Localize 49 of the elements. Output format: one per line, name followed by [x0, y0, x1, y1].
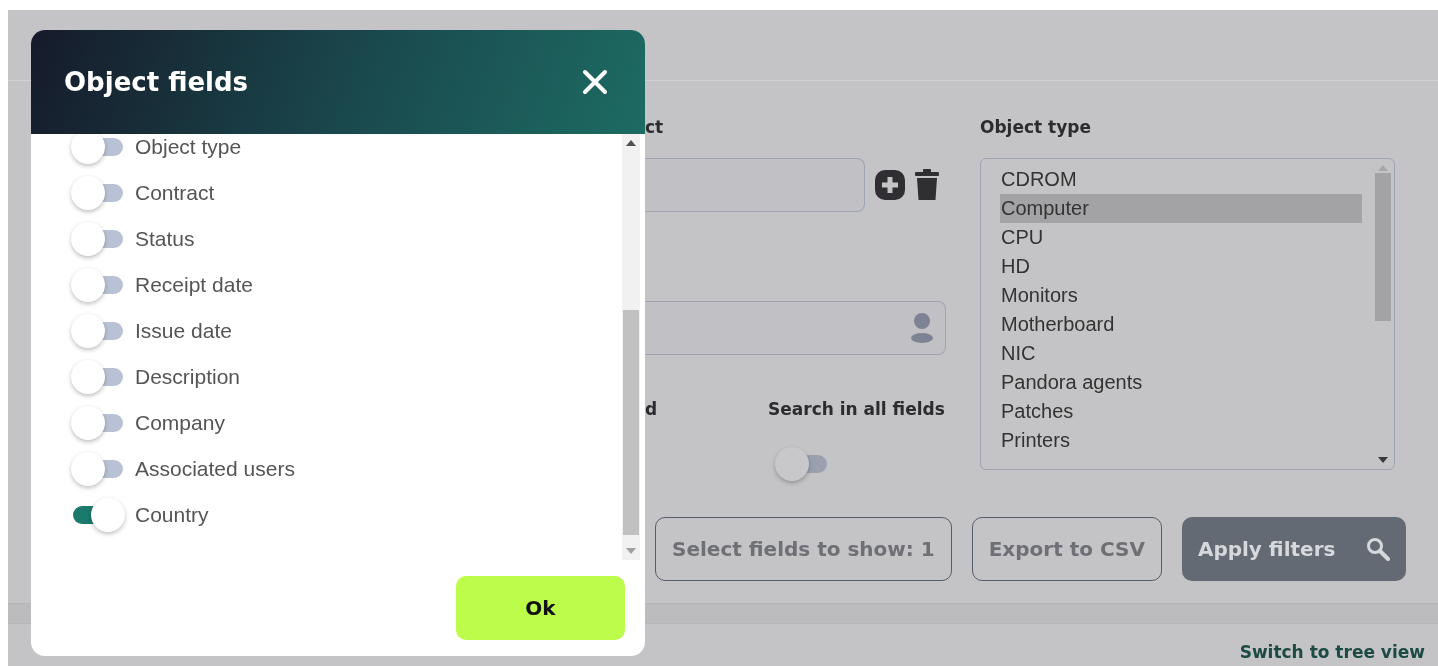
dialog-title: Object fields: [64, 67, 249, 97]
apply-filters-button[interactable]: Apply filters: [1181, 517, 1406, 581]
field-name: Receipt date: [135, 273, 253, 297]
list-option[interactable]: Monitors: [1000, 281, 1362, 310]
list-option[interactable]: CPU: [1000, 223, 1362, 252]
list-option[interactable]: HD: [1000, 252, 1362, 281]
list-option[interactable]: Printers: [1000, 426, 1362, 455]
close-button[interactable]: [582, 69, 608, 95]
field-name: Issue date: [135, 319, 232, 343]
field-toggle[interactable]: [71, 359, 123, 395]
field-toggle[interactable]: [71, 405, 123, 441]
field-toggle[interactable]: [71, 497, 123, 533]
field-name: Object type: [135, 135, 242, 159]
search-icon: [1365, 537, 1390, 561]
list-option[interactable]: CDROM: [1000, 165, 1362, 194]
field-toggle[interactable]: [71, 313, 123, 349]
ok-button[interactable]: Ok: [456, 576, 625, 640]
field-name: Country: [135, 503, 209, 527]
list-option[interactable]: Patches: [1000, 397, 1362, 426]
list-option[interactable]: NIC: [1000, 339, 1362, 368]
object-field[interactable]: [645, 158, 865, 212]
list-option[interactable]: Motherboard: [1000, 310, 1362, 339]
field-toggle[interactable]: [71, 267, 123, 303]
person-icon: [911, 313, 933, 343]
object-type-list[interactable]: CDROM Computer CPU HD Monitors Motherboard NIC Pandora agents Patches Printers: [980, 158, 1395, 470]
user-field[interactable]: [645, 301, 946, 355]
field-label: ct: [645, 116, 665, 138]
object-type-label: Object type: [980, 116, 1092, 138]
field-toggle[interactable]: [71, 451, 123, 487]
list-option[interactable]: Computer: [1000, 194, 1362, 223]
search-all-toggle[interactable]: [775, 446, 827, 482]
close-icon: [582, 69, 608, 95]
field-name: Description: [135, 365, 241, 389]
scroll-down-icon[interactable]: [1378, 457, 1388, 463]
trash-icon[interactable]: [915, 169, 939, 201]
field-toggle[interactable]: [71, 175, 123, 211]
plus-icon[interactable]: [875, 170, 905, 200]
field-name: Contract: [135, 181, 215, 205]
field-name: Associated users: [135, 457, 295, 481]
field-label: d: [645, 398, 659, 421]
scrollbar[interactable]: [622, 134, 640, 560]
switch-view-link[interactable]: Switch to tree view: [1239, 642, 1425, 662]
field-toggle[interactable]: [71, 134, 123, 165]
field-name: Status: [135, 227, 195, 251]
field-name: Company: [135, 411, 225, 435]
field-toggle[interactable]: [71, 221, 123, 257]
list-option[interactable]: Pandora agents: [1000, 368, 1362, 397]
search-all-label: Search in all fields: [768, 398, 945, 420]
scroll-up-icon[interactable]: [626, 140, 636, 146]
